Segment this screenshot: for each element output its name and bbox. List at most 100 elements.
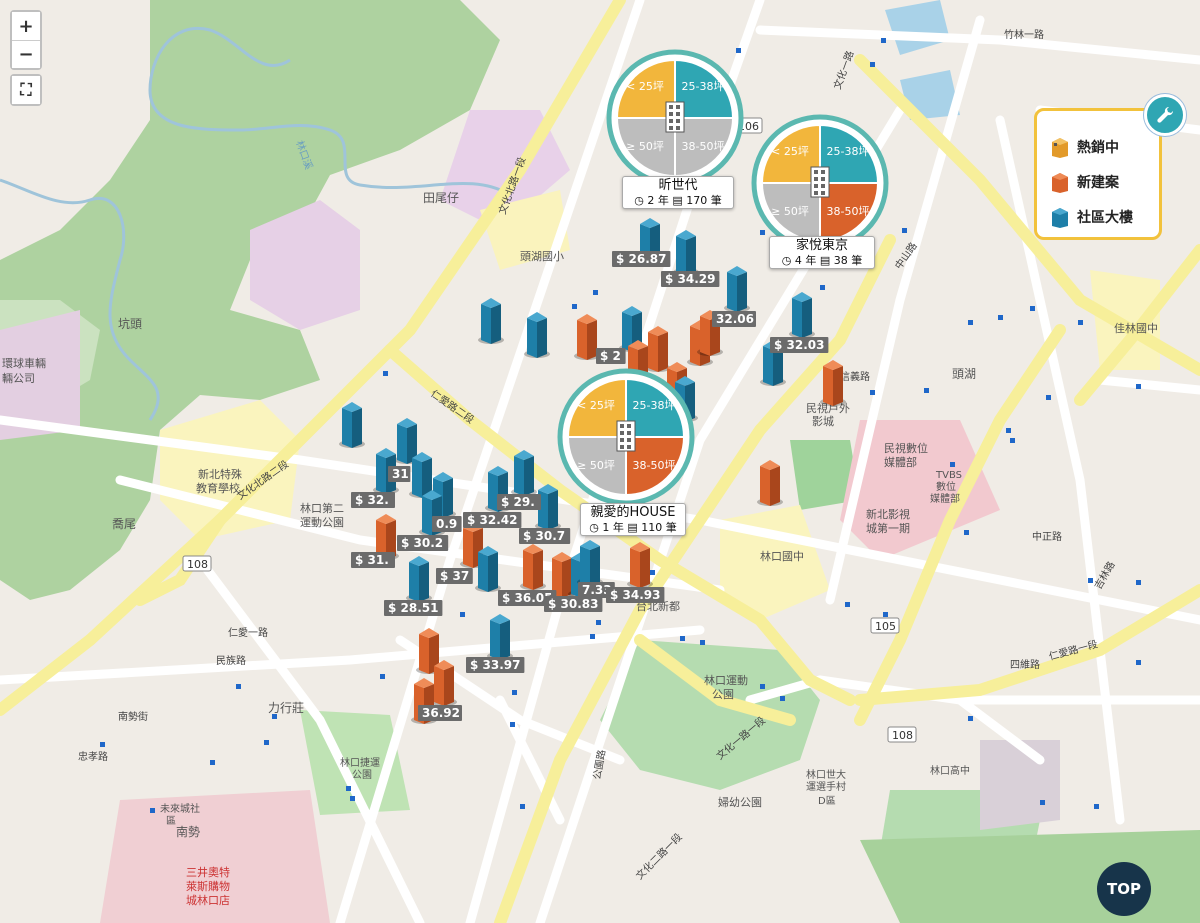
fullscreen-button[interactable]: ⛶ <box>12 76 40 104</box>
zoom-in-button[interactable]: + <box>12 12 40 40</box>
svg-text:坑頭: 坑頭 <box>118 316 142 331</box>
building-community-marker[interactable] <box>673 230 699 276</box>
svg-text:$ 32.42: $ 32.42 <box>467 513 517 527</box>
price-label[interactable]: $ 2 <box>596 348 626 364</box>
price-label[interactable]: $ 33.97 <box>466 657 525 673</box>
building-new-marker[interactable] <box>431 660 457 706</box>
svg-text:四維路: 四維路 <box>1010 658 1040 671</box>
svg-text:影城: 影城 <box>812 415 834 428</box>
price-label[interactable]: 32.06 <box>712 311 756 327</box>
building-community-marker[interactable] <box>339 402 365 448</box>
building-new-marker[interactable] <box>627 542 653 588</box>
building-community-marker[interactable] <box>524 312 550 358</box>
price-label[interactable]: $ 31. <box>351 552 395 568</box>
pie-slice-label: ≥ 50坪 <box>771 205 809 218</box>
building-community-marker[interactable] <box>724 266 750 312</box>
project-info-card[interactable]: 家悅東京 ◷ 4 年 ▤ 38 筆 <box>769 236 875 269</box>
pie-slice-label: < 25坪 <box>771 145 809 158</box>
svg-text:新北影視: 新北影視 <box>866 507 910 521</box>
svg-text:108: 108 <box>892 729 913 742</box>
price-label[interactable]: $ 30.83 <box>544 596 603 612</box>
svg-text:林口世大: 林口世大 <box>806 768 846 781</box>
price-label[interactable]: $ 28.51 <box>384 600 443 616</box>
legend-item-hot[interactable]: 熱銷中 <box>1051 129 1159 164</box>
svg-text:中正路: 中正路 <box>1032 530 1062 543</box>
project-pies[interactable]: < 25坪 25-38坪 ≥ 50坪 38-50坪 < 25坪 25-38坪 ≥ 50坪 38… <box>557 49 889 506</box>
project-info-card[interactable]: 親愛的HOUSE ◷ 1 年 ▤ 110 筆 <box>580 503 686 536</box>
building-hot-icon <box>1052 137 1068 158</box>
building-community-marker[interactable] <box>475 546 501 592</box>
svg-text:林口運動: 林口運動 <box>704 673 748 687</box>
svg-text:$ 33.97: $ 33.97 <box>470 658 520 672</box>
price-label[interactable]: 0.9 <box>432 516 462 532</box>
price-label[interactable]: $ 26.87 <box>612 251 671 267</box>
building-community-marker[interactable] <box>478 298 504 344</box>
legend-label-new: 新建案 <box>1077 174 1119 191</box>
price-label[interactable]: $ 34.93 <box>606 587 665 603</box>
svg-text:0.9: 0.9 <box>436 517 457 531</box>
price-label[interactable]: $ 32. <box>351 492 395 508</box>
building-community-icon <box>1052 207 1068 228</box>
svg-text:108: 108 <box>187 558 208 571</box>
building-new-marker[interactable] <box>520 544 546 590</box>
price-label[interactable]: 31 <box>388 466 411 482</box>
legend-item-community[interactable]: 社區大樓 <box>1051 199 1159 234</box>
project-pie-marker[interactable]: < 25坪 25-38坪 ≥ 50坪 38-50坪 <box>557 368 695 506</box>
building-new-marker[interactable] <box>820 360 846 406</box>
price-label[interactable]: 36.92 <box>418 705 462 721</box>
building-community-marker[interactable] <box>511 450 537 496</box>
svg-text:$ 30.7: $ 30.7 <box>523 529 565 543</box>
svg-text:31: 31 <box>392 467 409 481</box>
building-community-marker[interactable] <box>577 540 603 586</box>
svg-text:32.06: 32.06 <box>716 312 754 326</box>
svg-text:民視數位: 民視數位 <box>884 441 928 455</box>
pie-slice-label: 25-38坪 <box>682 80 725 93</box>
svg-text:36.92: 36.92 <box>422 706 460 720</box>
svg-text:$ 30.83: $ 30.83 <box>548 597 598 611</box>
svg-text:南勢: 南勢 <box>176 824 200 839</box>
price-label[interactable]: $ 32.03 <box>770 337 829 353</box>
svg-text:$ 31.: $ 31. <box>355 553 389 567</box>
map-canvas[interactable]: 田尾仔 頭湖國小 坑頭 環球車輛 輛公司 新北特殊 教育學校 林口第二 運動公園… <box>0 0 1200 923</box>
svg-text:城第一期: 城第一期 <box>866 521 910 535</box>
building-community-marker[interactable] <box>487 614 513 660</box>
svg-text:竹林一路: 竹林一路 <box>1004 28 1044 41</box>
wrench-button[interactable] <box>1144 94 1186 136</box>
price-label[interactable]: $ 30.2 <box>397 535 449 551</box>
svg-text:區: 區 <box>166 815 176 827</box>
svg-text:教育學校: 教育學校 <box>196 481 240 495</box>
svg-text:媒體部: 媒體部 <box>930 492 960 505</box>
scroll-top-button[interactable]: TOP <box>1097 862 1151 916</box>
legend-item-new[interactable]: 新建案 <box>1051 164 1159 199</box>
project-name: 家悅東京 <box>795 238 848 253</box>
building-icon <box>616 420 636 452</box>
svg-text:$ 2: $ 2 <box>600 349 621 363</box>
project-pie-marker[interactable]: < 25坪 25-38坪 ≥ 50坪 38-50坪 <box>751 114 889 252</box>
zoom-out-button[interactable]: − <box>12 40 40 68</box>
building-new-marker[interactable] <box>645 326 671 372</box>
building-community-marker[interactable] <box>406 556 432 602</box>
building-new-marker[interactable] <box>757 460 783 506</box>
price-label[interactable]: $ 32.42 <box>463 512 522 528</box>
svg-text:媒體部: 媒體部 <box>884 455 917 469</box>
project-pie-marker[interactable]: < 25坪 25-38坪 ≥ 50坪 38-50坪 <box>606 49 744 187</box>
svg-text:林口國中: 林口國中 <box>760 549 804 563</box>
price-label[interactable]: $ 34.29 <box>661 271 720 287</box>
svg-text:$ 34.29: $ 34.29 <box>665 272 715 286</box>
svg-text:城林口店: 城林口店 <box>186 893 230 907</box>
price-label[interactable]: $ 37 <box>436 568 473 584</box>
legend-label-hot: 熱銷中 <box>1077 139 1119 156</box>
price-label[interactable]: $ 29. <box>497 494 541 510</box>
svg-text:$ 29.: $ 29. <box>501 495 535 509</box>
svg-text:南勢街: 南勢街 <box>118 710 148 723</box>
svg-text:105: 105 <box>875 620 896 633</box>
project-info-card[interactable]: 昕世代 ◷ 2 年 ▤ 170 筆 <box>622 176 734 209</box>
svg-text:$ 30.2: $ 30.2 <box>401 536 443 550</box>
svg-text:仁愛一路: 仁愛一路 <box>228 626 268 639</box>
svg-text:$ 28.51: $ 28.51 <box>388 601 438 615</box>
svg-text:公園: 公園 <box>352 769 372 781</box>
price-label[interactable]: $ 30.7 <box>519 528 571 544</box>
building-community-marker[interactable] <box>789 292 815 338</box>
svg-text:$ 32.: $ 32. <box>355 493 389 507</box>
svg-text:TVBS: TVBS <box>935 470 962 481</box>
